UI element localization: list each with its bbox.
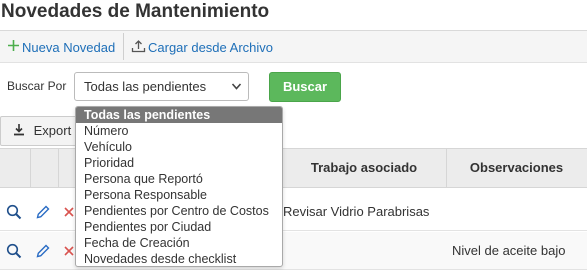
cell-trabajo: Revisar Vidrio Parabrisas [283, 204, 430, 219]
upload-file-button[interactable]: Cargar desde Archivo [131, 31, 273, 63]
search-by-select[interactable]: Todas las pendientes [74, 72, 249, 101]
header-divider [58, 149, 59, 187]
dropdown-option[interactable]: Pendientes por Ciudad [76, 219, 282, 235]
dropdown-option[interactable]: Todas las pendientes [76, 107, 282, 123]
dropdown-option[interactable]: Persona que Reportó [76, 171, 282, 187]
dropdown-option[interactable]: Vehículo [76, 139, 282, 155]
column-header-trabajo[interactable]: Trabajo asociado [282, 149, 446, 187]
delete-icon[interactable] [63, 232, 75, 270]
new-novedad-label: Nueva Novedad [22, 39, 116, 55]
search-button[interactable]: Buscar [269, 72, 341, 102]
search-by-label: Buscar Por [7, 79, 67, 93]
delete-icon[interactable] [63, 193, 75, 231]
edit-icon[interactable] [35, 232, 51, 270]
view-icon[interactable] [6, 232, 22, 270]
dropdown-option[interactable]: Persona Responsable [76, 187, 282, 203]
search-by-selected-value: Todas las pendientes [84, 79, 207, 94]
new-novedad-button[interactable]: Nueva Novedad [7, 31, 115, 63]
toolbar-divider [123, 33, 124, 60]
upload-file-label: Cargar desde Archivo [148, 39, 274, 55]
export-button[interactable]: Export [0, 116, 82, 146]
edit-icon[interactable] [35, 193, 51, 231]
dropdown-option[interactable]: Fecha de Creación [76, 235, 282, 251]
toolbar: Nueva Novedad Cargar desde Archivo [0, 30, 587, 63]
search-by-dropdown-list: Todas las pendientes Número Vehículo Pri… [75, 106, 283, 267]
download-icon [13, 118, 25, 146]
page-title: Novedades de Mantenimiento [1, 1, 270, 22]
export-label: Export [33, 123, 72, 138]
plus-icon [7, 39, 20, 55]
upload-icon [131, 39, 146, 56]
view-icon[interactable] [6, 193, 22, 231]
dropdown-option[interactable]: Pendientes por Centro de Costos [76, 203, 282, 219]
cell-observaciones: Nivel de aceite bajo [452, 243, 566, 258]
dropdown-option[interactable]: Número [76, 123, 282, 139]
dropdown-option[interactable]: Novedades desde checklist [76, 251, 282, 266]
column-header-observaciones[interactable]: Observaciones [446, 149, 587, 187]
dropdown-option[interactable]: Prioridad [76, 155, 282, 171]
header-divider [30, 149, 31, 187]
